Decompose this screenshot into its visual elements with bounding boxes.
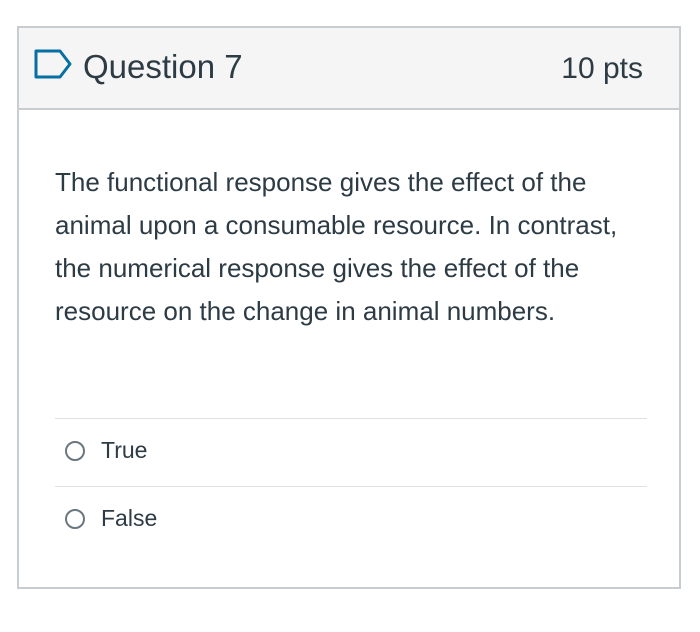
flag-outline-icon[interactable]	[33, 48, 73, 80]
answer-option-false[interactable]: False	[55, 486, 647, 553]
radio-button-false[interactable]	[65, 509, 85, 529]
radio-button-true[interactable]	[65, 441, 85, 461]
question-title: Question 7	[83, 48, 243, 85]
question-card: Question 7 10 pts The functional respons…	[17, 26, 681, 589]
question-header: Question 7 10 pts	[19, 28, 679, 110]
question-text: The functional response gives the effect…	[55, 167, 618, 326]
answer-label-true[interactable]: True	[101, 435, 147, 465]
answer-label-false[interactable]: False	[101, 503, 157, 533]
question-points: 10 pts	[561, 52, 643, 85]
answer-option-true[interactable]: True	[55, 418, 647, 485]
